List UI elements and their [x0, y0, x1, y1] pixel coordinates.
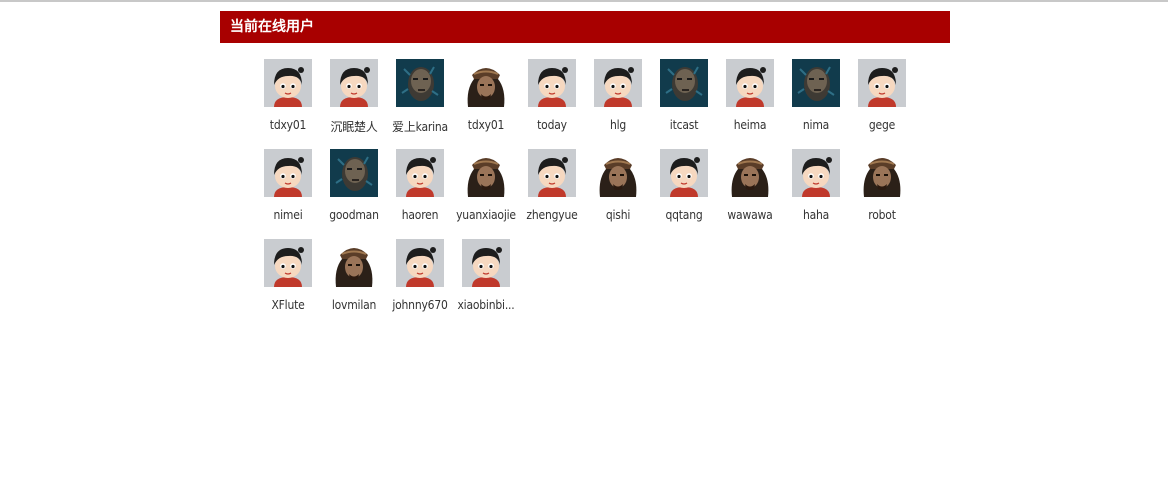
online-user-item[interactable]: lovmilan: [321, 239, 387, 329]
online-user-item[interactable]: 爱上karina: [387, 59, 453, 149]
cartoon-avatar-icon[interactable]: [396, 239, 444, 287]
pirate-avatar-icon[interactable]: [594, 149, 642, 197]
browser-top-border: [0, 0, 1168, 2]
pirate-avatar-icon[interactable]: [462, 59, 510, 107]
cartoon-avatar-icon[interactable]: [396, 149, 444, 197]
cartoon-avatar-icon[interactable]: [462, 239, 510, 287]
online-user-item[interactable]: gege: [849, 59, 915, 149]
panel-header: 当前在线用户: [220, 11, 950, 43]
online-user-item[interactable]: robot: [849, 149, 915, 239]
user-name[interactable]: xiaobinbi...: [447, 298, 525, 312]
online-user-item[interactable]: today: [519, 59, 585, 149]
user-name[interactable]: gege: [843, 118, 921, 132]
cartoon-avatar-icon[interactable]: [858, 59, 906, 107]
online-users-panel: 当前在线用户 tdxy01 沉眠楚人 爱上karina tdxy01 today hlg i…: [220, 11, 950, 312]
dark-portrait-avatar-icon[interactable]: [330, 149, 378, 197]
online-user-item[interactable]: nimei: [255, 149, 321, 239]
online-user-item[interactable]: nima: [783, 59, 849, 149]
online-user-item[interactable]: 沉眠楚人: [321, 59, 387, 149]
pirate-avatar-icon[interactable]: [858, 149, 906, 197]
online-user-item[interactable]: zhengyue: [519, 149, 585, 239]
online-user-item[interactable]: tdxy01: [453, 59, 519, 149]
cartoon-avatar-icon[interactable]: [528, 149, 576, 197]
online-user-item[interactable]: tdxy01: [255, 59, 321, 149]
pirate-avatar-icon[interactable]: [330, 239, 378, 287]
panel-title: 当前在线用户: [230, 19, 314, 35]
cartoon-avatar-icon[interactable]: [792, 149, 840, 197]
online-user-item[interactable]: haoren: [387, 149, 453, 239]
pirate-avatar-icon[interactable]: [726, 149, 774, 197]
online-user-item[interactable]: qishi: [585, 149, 651, 239]
dark-portrait-avatar-icon[interactable]: [792, 59, 840, 107]
online-user-item[interactable]: heima: [717, 59, 783, 149]
online-user-item[interactable]: yuanxiaojie: [453, 149, 519, 239]
cartoon-avatar-icon[interactable]: [264, 59, 312, 107]
cartoon-avatar-icon[interactable]: [660, 149, 708, 197]
cartoon-avatar-icon[interactable]: [594, 59, 642, 107]
cartoon-avatar-icon[interactable]: [264, 149, 312, 197]
online-user-item[interactable]: xiaobinbi...: [453, 239, 519, 329]
cartoon-avatar-icon[interactable]: [264, 239, 312, 287]
dark-portrait-avatar-icon[interactable]: [396, 59, 444, 107]
pirate-avatar-icon[interactable]: [462, 149, 510, 197]
online-user-item[interactable]: XFlute: [255, 239, 321, 329]
online-user-item[interactable]: qqtang: [651, 149, 717, 239]
online-user-item[interactable]: haha: [783, 149, 849, 239]
online-user-item[interactable]: goodman: [321, 149, 387, 239]
online-user-item[interactable]: wawawa: [717, 149, 783, 239]
cartoon-avatar-icon[interactable]: [528, 59, 576, 107]
cartoon-avatar-icon[interactable]: [330, 59, 378, 107]
online-user-item[interactable]: hlg: [585, 59, 651, 149]
dark-portrait-avatar-icon[interactable]: [660, 59, 708, 107]
cartoon-avatar-icon[interactable]: [726, 59, 774, 107]
user-name[interactable]: robot: [843, 208, 921, 222]
online-user-item[interactable]: johnny670: [387, 239, 453, 329]
online-user-item[interactable]: itcast: [651, 59, 717, 149]
